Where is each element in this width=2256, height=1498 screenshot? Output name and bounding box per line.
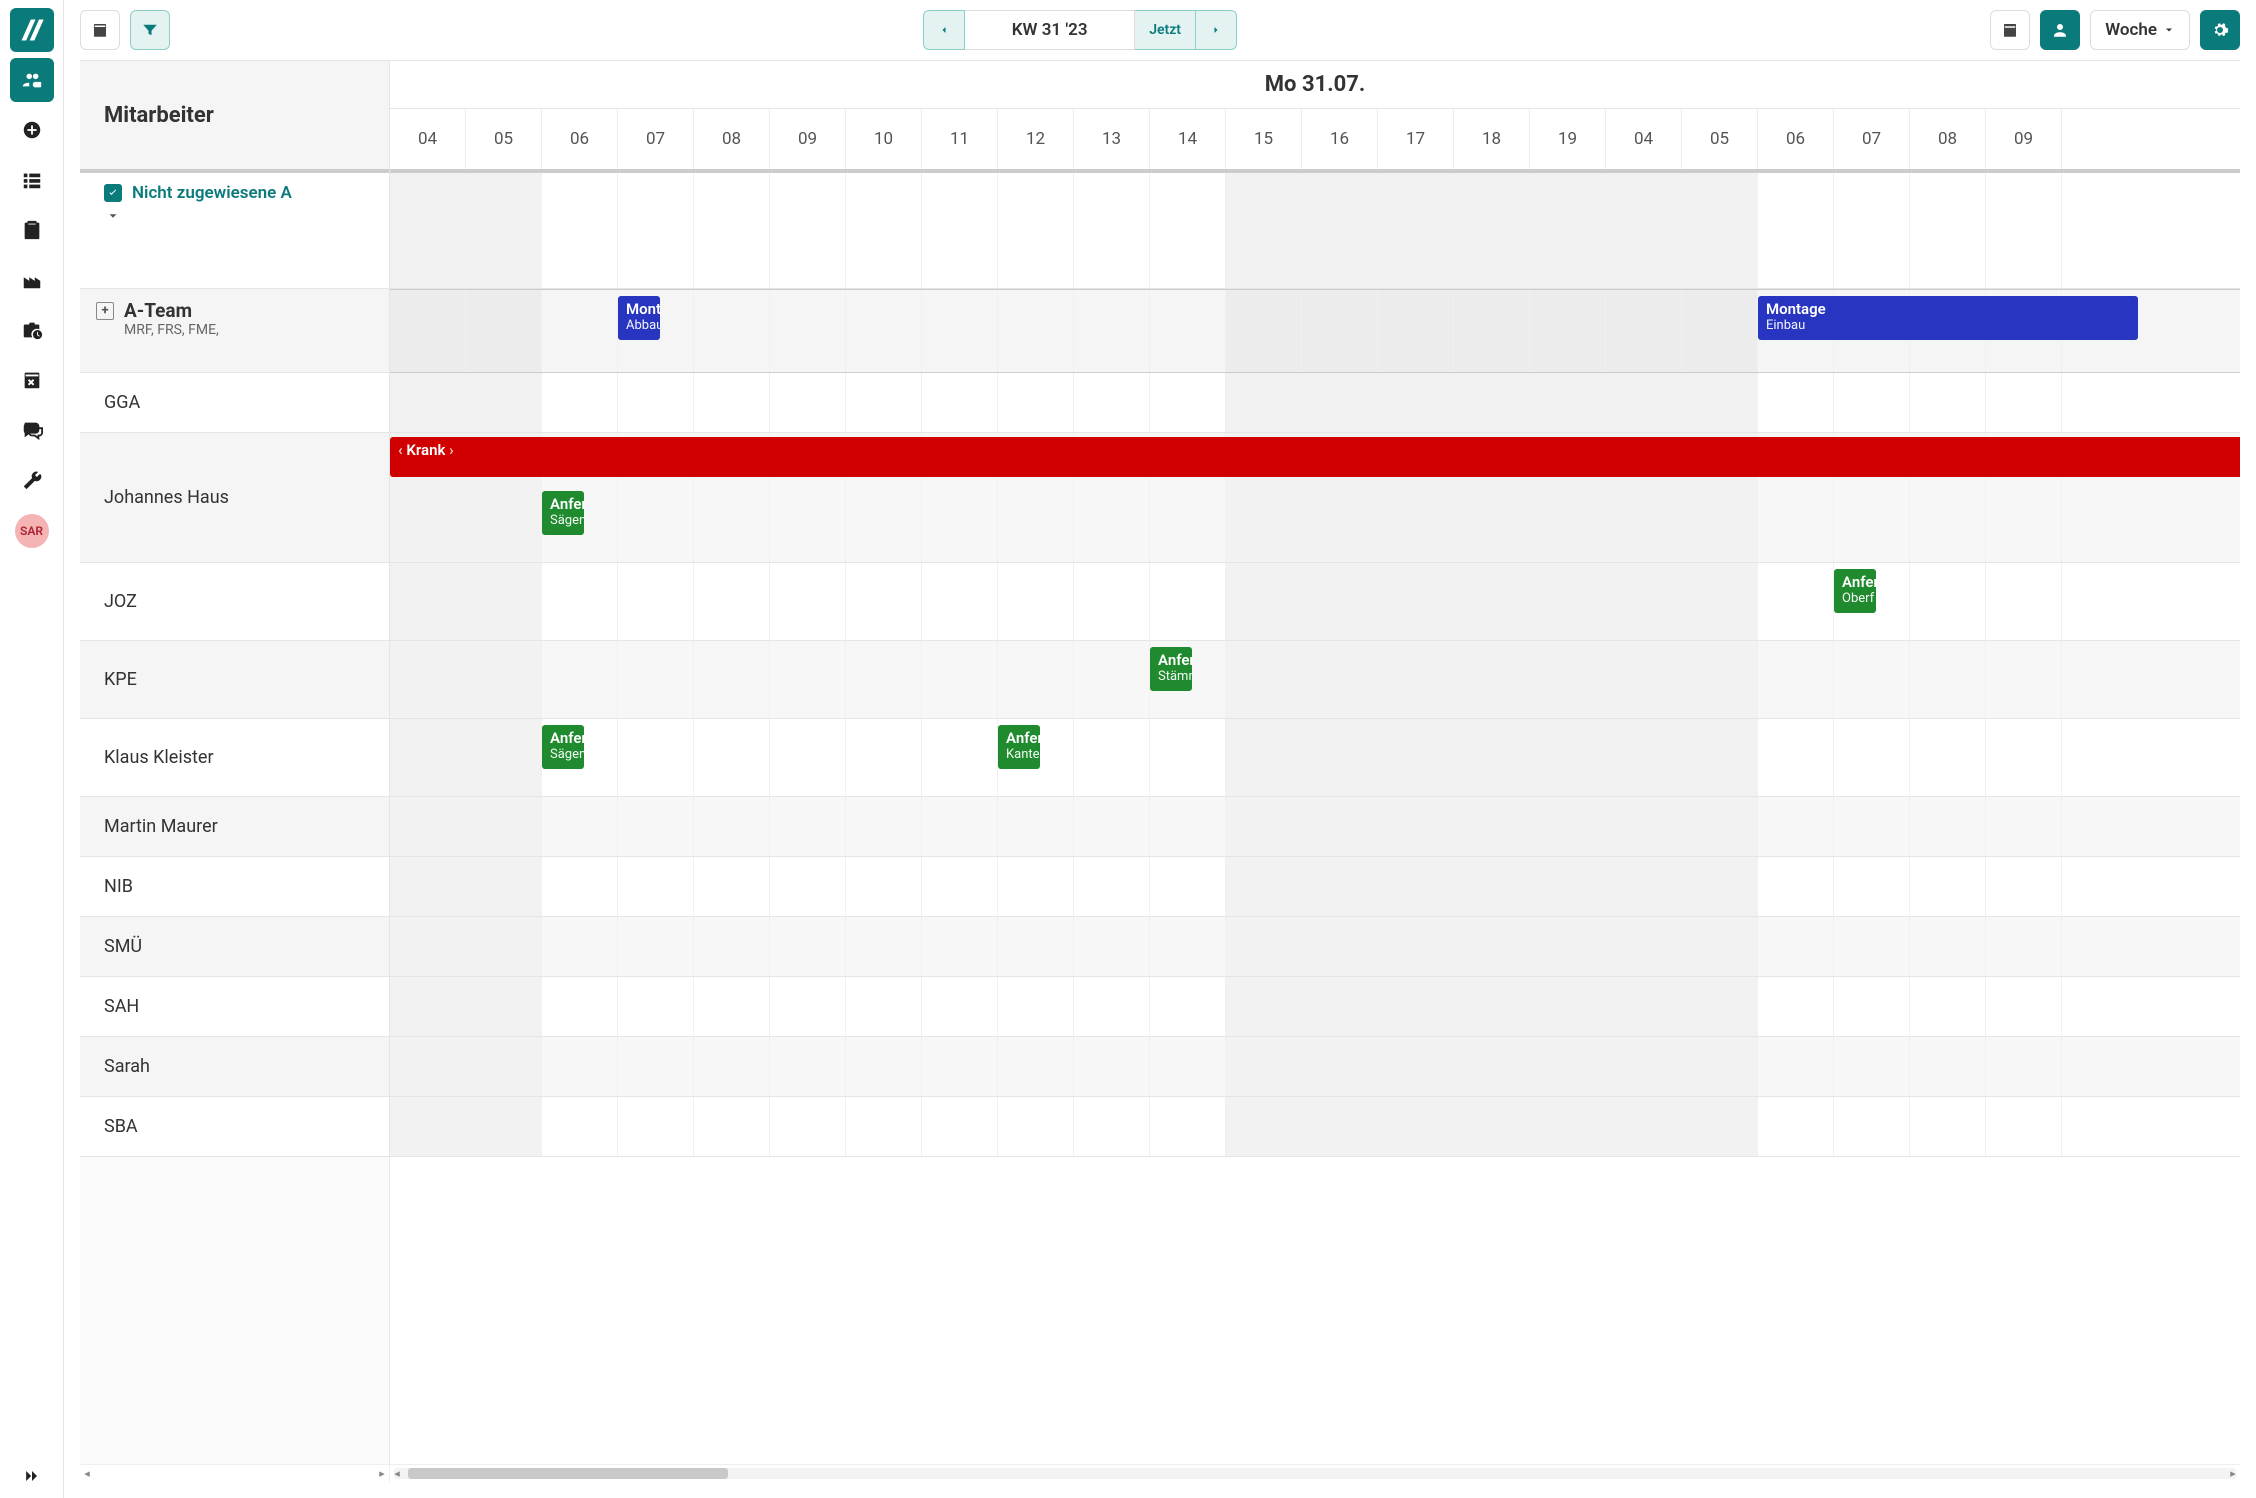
app-logo[interactable] bbox=[10, 8, 54, 52]
employee-name-cell[interactable]: Klaus Kleister bbox=[80, 719, 389, 797]
timeline-event[interactable]: MontageEinbau bbox=[1758, 296, 2138, 340]
hour-header-cell: 13 bbox=[1074, 109, 1150, 169]
hour-header-cell: 07 bbox=[618, 109, 694, 169]
timeline-row-employee: AnferSägen AnferKante bbox=[390, 719, 2240, 797]
hour-header-cell: 17 bbox=[1378, 109, 1454, 169]
hour-header-cell: 04 bbox=[1606, 109, 1682, 169]
hour-header-cell: 15 bbox=[1226, 109, 1302, 169]
hour-header-cell: 09 bbox=[770, 109, 846, 169]
hour-header-cell: 16 bbox=[1302, 109, 1378, 169]
team-name: A-Team bbox=[124, 299, 192, 322]
timeline-row-employee bbox=[390, 857, 2240, 917]
add-calendar-button[interactable] bbox=[80, 10, 120, 50]
hour-header-cell: 05 bbox=[1682, 109, 1758, 169]
employee-name-cell[interactable]: SAH bbox=[80, 977, 389, 1037]
timeline-row-employee bbox=[390, 917, 2240, 977]
user-avatar[interactable]: SAR bbox=[15, 514, 49, 548]
nav-list-icon[interactable] bbox=[10, 158, 54, 202]
employee-column: Mitarbeiter Nicht zugewiesene A bbox=[80, 61, 390, 1464]
hour-header-cell: 05 bbox=[466, 109, 542, 169]
hour-header-cell: 08 bbox=[1910, 109, 1986, 169]
nav-wrench-icon[interactable] bbox=[10, 458, 54, 502]
team-members: MRF, FRS, FME, bbox=[96, 322, 371, 338]
hour-header-cell: 19 bbox=[1530, 109, 1606, 169]
hour-header-cell: 04 bbox=[390, 109, 466, 169]
timeline-event[interactable]: AnferOberf bbox=[1834, 569, 1876, 613]
employee-name-cell[interactable]: SMÜ bbox=[80, 917, 389, 977]
employee-name-cell[interactable]: Sarah bbox=[80, 1037, 389, 1097]
hour-header-cell: 12 bbox=[998, 109, 1074, 169]
timeline-row-employee bbox=[390, 373, 2240, 433]
hour-header-cell: 11 bbox=[922, 109, 998, 169]
timeline-row-employee bbox=[390, 797, 2240, 857]
hour-header-cell: 18 bbox=[1454, 109, 1530, 169]
view-range-select[interactable]: Woche bbox=[2090, 10, 2190, 50]
timeline-row-employee: AnferOberf bbox=[390, 563, 2240, 641]
hour-header-cell: 14 bbox=[1150, 109, 1226, 169]
top-toolbar: KW 31 '23 Jetzt Woche bbox=[64, 0, 2256, 60]
filter-button[interactable] bbox=[130, 10, 170, 50]
timeline-event[interactable]: Krank bbox=[390, 437, 2240, 477]
calendar-view-button[interactable] bbox=[1990, 10, 2030, 50]
nav-add-icon[interactable] bbox=[10, 108, 54, 152]
hours-header: 0405060708091011121314151617181904050607… bbox=[390, 109, 2240, 171]
view-range-label: Woche bbox=[2105, 20, 2157, 40]
timeline-row-team: MontAbbau MontageEinbau bbox=[390, 289, 2240, 373]
timeline-event[interactable]: AnferSägen bbox=[542, 725, 584, 769]
expand-team-icon[interactable]: + bbox=[96, 302, 114, 320]
hour-header-cell: 07 bbox=[1834, 109, 1910, 169]
hour-header-cell: 10 bbox=[846, 109, 922, 169]
person-view-button[interactable] bbox=[2040, 10, 2080, 50]
settings-button[interactable] bbox=[2200, 10, 2240, 50]
timeline-row-employee bbox=[390, 1037, 2240, 1097]
horizontal-scrollbar[interactable]: ◂ ▸ ◂ ▸ bbox=[80, 1464, 2240, 1482]
team-row[interactable]: + A-Team MRF, FRS, FME, bbox=[80, 289, 389, 373]
prev-week-button[interactable] bbox=[923, 10, 965, 50]
unassigned-label: Nicht zugewiesene A bbox=[132, 183, 292, 203]
now-button[interactable]: Jetzt bbox=[1135, 10, 1196, 50]
chevron-down-icon[interactable] bbox=[104, 209, 371, 227]
nav-factory-icon[interactable] bbox=[10, 258, 54, 302]
nav-calendar-x-icon[interactable] bbox=[10, 358, 54, 402]
next-week-button[interactable] bbox=[1196, 10, 1237, 50]
employee-name-cell[interactable]: Johannes Haus bbox=[80, 433, 389, 563]
employee-name-cell[interactable]: NIB bbox=[80, 857, 389, 917]
employee-name-cell[interactable]: GGA bbox=[80, 373, 389, 433]
unassigned-checkbox[interactable] bbox=[104, 184, 122, 202]
employee-name-cell[interactable]: JOZ bbox=[80, 563, 389, 641]
timeline-row-unassigned bbox=[390, 171, 2240, 289]
timeline-row-employee bbox=[390, 1097, 2240, 1157]
day-header: Mo 31.07. bbox=[390, 61, 2240, 109]
employees-header: Mitarbeiter bbox=[80, 61, 389, 171]
nav-briefcase-time-icon[interactable] bbox=[10, 308, 54, 352]
nav-chat-icon[interactable] bbox=[10, 408, 54, 452]
hour-header-cell: 08 bbox=[694, 109, 770, 169]
timeline-row-employee: Krank AnferSägen bbox=[390, 433, 2240, 563]
timeline-event[interactable]: AnferSägen bbox=[542, 491, 584, 535]
nav-clipboard-icon[interactable] bbox=[10, 208, 54, 252]
timeline-row-employee: AnferStämm bbox=[390, 641, 2240, 719]
timeline-event[interactable]: AnferKante bbox=[998, 725, 1040, 769]
hour-header-cell: 06 bbox=[1758, 109, 1834, 169]
employee-name-cell[interactable]: KPE bbox=[80, 641, 389, 719]
week-label[interactable]: KW 31 '23 bbox=[965, 10, 1135, 50]
employee-name-cell[interactable]: Martin Maurer bbox=[80, 797, 389, 857]
employee-name-cell[interactable]: SBA bbox=[80, 1097, 389, 1157]
week-navigator: KW 31 '23 Jetzt bbox=[923, 10, 1237, 50]
expand-sidebar-icon[interactable] bbox=[10, 1454, 54, 1498]
timeline-row-employee bbox=[390, 977, 2240, 1037]
timeline-event[interactable]: AnferStämm bbox=[1150, 647, 1192, 691]
timeline-area: Mo 31.07. 040506070809101112131415161718… bbox=[390, 61, 2240, 1464]
left-navbar: SAR bbox=[0, 0, 64, 1498]
timeline-event[interactable]: MontAbbau bbox=[618, 296, 660, 340]
hour-header-cell: 09 bbox=[1986, 109, 2062, 169]
nav-planning-icon[interactable] bbox=[10, 58, 54, 102]
unassigned-row[interactable]: Nicht zugewiesene A bbox=[80, 171, 389, 289]
hour-header-cell: 06 bbox=[542, 109, 618, 169]
